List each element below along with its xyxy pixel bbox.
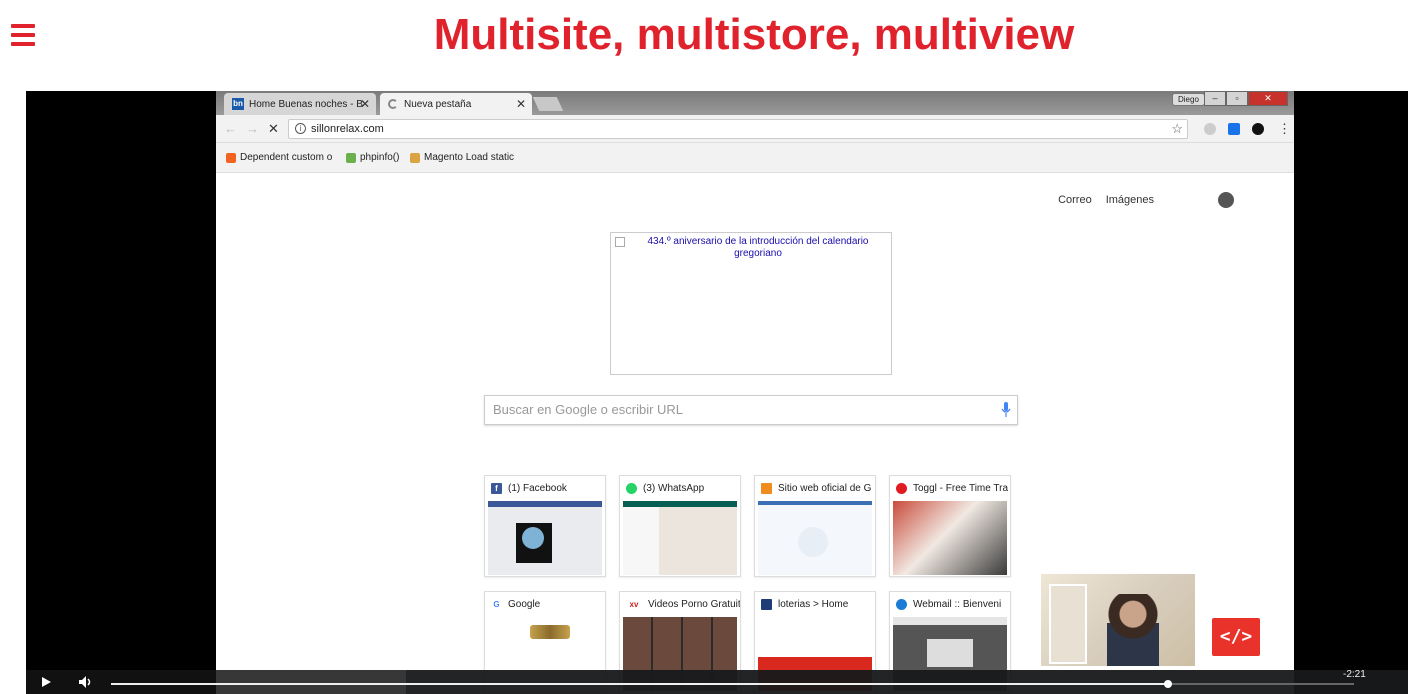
video-player[interactable]: bn Home Buenas noches - B ✕ Nueva pestañ…: [26, 91, 1408, 694]
search-placeholder: Buscar en Google o escribir URL: [493, 402, 684, 417]
close-icon[interactable]: ✕: [516, 97, 526, 111]
whatsapp-icon: [626, 482, 637, 494]
volume-icon[interactable]: [78, 675, 94, 689]
tab-home[interactable]: bn Home Buenas noches - B ✕: [224, 93, 376, 115]
tile-thumbnail: [623, 501, 737, 575]
bn-favicon-icon: bn: [232, 98, 244, 110]
magento-icon: [226, 152, 236, 163]
tile-toggl[interactable]: Toggl - Free Time Tra: [889, 475, 1011, 577]
time-remaining: -2:21: [1343, 669, 1366, 680]
tile-label: Google: [508, 598, 541, 610]
forward-icon[interactable]: →: [246, 121, 259, 136]
progress-knob[interactable]: [1163, 680, 1172, 688]
tile-sitio-web[interactable]: Sitio web oficial de G: [754, 475, 876, 577]
window-user-badge[interactable]: Diego: [1172, 93, 1205, 106]
search-input[interactable]: Buscar en Google o escribir URL: [484, 395, 1018, 425]
tab-new[interactable]: Nueva pestaña ✕: [380, 93, 532, 115]
images-link[interactable]: Imágenes: [1106, 194, 1154, 206]
tile-thumbnail: [488, 501, 602, 575]
window-controls: ‒ ▫ ✕: [1204, 91, 1288, 106]
ntp-links: Correo Imágenes: [1058, 192, 1234, 208]
tile-whatsapp[interactable]: (3) WhatsApp: [619, 475, 741, 577]
tab-label: Home Buenas noches - B: [249, 98, 363, 110]
bookmarks-bar: Dependent custom o phpinfo() Magento Loa…: [216, 143, 1294, 173]
star-icon[interactable]: ☆: [1171, 120, 1183, 138]
doodle-alt-text: 434.º aniversario de la introducción del…: [647, 236, 869, 259]
toggl-icon: [896, 482, 907, 494]
bookmark-label: phpinfo(): [360, 152, 400, 163]
extension-icon[interactable]: [1252, 123, 1264, 135]
tile-label: Sitio web oficial de G: [778, 482, 872, 494]
broken-image-icon: [615, 237, 625, 247]
address-bar[interactable]: i sillonrelax.com ☆: [288, 119, 1188, 139]
presenter: [1107, 594, 1159, 666]
minimize-icon[interactable]: ‒: [1204, 91, 1226, 106]
loterias-icon: [761, 598, 772, 610]
bookmark-label: Magento Load static: [424, 152, 515, 163]
magento-load-icon: [410, 152, 420, 163]
maximize-icon[interactable]: ▫: [1226, 91, 1248, 106]
google-icon: G: [491, 598, 502, 610]
play-icon[interactable]: [42, 677, 51, 687]
tile-label: Webmail :: Bienveni: [913, 598, 1002, 610]
tab-strip: bn Home Buenas noches - B ✕ Nueva pestañ…: [216, 91, 1294, 115]
webmail-icon: [896, 598, 907, 610]
tile-thumbnail: [758, 501, 872, 575]
window-close-icon[interactable]: ✕: [1248, 91, 1288, 106]
extension-icon[interactable]: [1204, 123, 1216, 135]
orange-site-icon: [761, 482, 772, 494]
avatar[interactable]: [1218, 192, 1234, 208]
tile-label: Toggl - Free Time Tra: [913, 482, 1009, 494]
info-icon[interactable]: i: [295, 123, 306, 134]
new-tab-button[interactable]: [532, 97, 564, 111]
php-icon: [346, 152, 356, 163]
doodle-image[interactable]: 434.º aniversario de la introducción del…: [610, 232, 892, 375]
close-icon[interactable]: ✕: [360, 97, 370, 111]
page-header: Multisite, multistore, multiview: [0, 0, 1408, 80]
tile-label: Videos Porno Gratuit: [648, 598, 740, 610]
progress-bar[interactable]: [111, 680, 1354, 688]
video-controls: [26, 670, 1408, 694]
bookmark-item[interactable]: Dependent custom o: [226, 152, 332, 163]
progress-fill: [111, 683, 1168, 685]
stop-icon[interactable]: ✕: [268, 121, 279, 137]
bookmark-item[interactable]: Magento Load static: [410, 152, 514, 163]
tile-thumbnail: [893, 501, 1007, 575]
presenter-webcam: [1041, 574, 1195, 666]
browser-toolbar: ← → ✕ i sillonrelax.com ☆ ⋮: [216, 115, 1294, 143]
tile-facebook[interactable]: f (1) Facebook: [484, 475, 606, 577]
extension-icon[interactable]: [1228, 123, 1240, 135]
url-text: sillonrelax.com: [311, 123, 384, 135]
gmail-link[interactable]: Correo: [1058, 194, 1092, 206]
bookshelf: [1049, 584, 1087, 664]
bookmark-label: Dependent custom o: [240, 152, 333, 163]
facebook-icon: f: [491, 482, 502, 494]
tab-label: Nueva pestaña: [404, 98, 472, 110]
tile-label: (3) WhatsApp: [643, 482, 705, 494]
tile-label: (1) Facebook: [508, 482, 567, 494]
back-icon[interactable]: ←: [224, 121, 237, 136]
code-logo-badge: </>: [1212, 618, 1260, 656]
microphone-icon[interactable]: [1001, 402, 1011, 418]
bookmark-item[interactable]: phpinfo(): [346, 152, 399, 163]
page-title: Multisite, multistore, multiview: [433, 10, 1075, 59]
tile-label: loterias > Home: [778, 598, 849, 610]
menu-icon[interactable]: ⋮: [1278, 121, 1291, 137]
loading-icon: [388, 99, 398, 109]
xv-icon: xv: [626, 598, 642, 610]
